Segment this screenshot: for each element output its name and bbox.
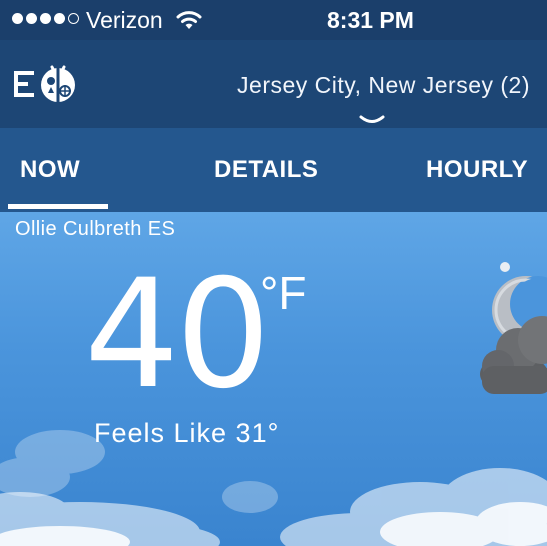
temperature-unit: °F (260, 267, 307, 319)
feels-like-temperature: Feels Like 31° (94, 418, 280, 448)
current-temperature: 40 (84, 248, 271, 422)
weatherbug-logo-icon[interactable] (14, 65, 78, 108)
weather-station-name[interactable]: Ollie Culbreth ES (15, 218, 175, 241)
tab-details[interactable]: DETAILS (214, 156, 318, 184)
status-bar: Verizon 8:31 PM (0, 0, 547, 40)
active-tab-indicator (8, 204, 108, 209)
status-time: 8:31 PM (327, 7, 414, 33)
wifi-icon (176, 9, 202, 36)
app-header: Jersey City, New Jersey (2) (0, 40, 547, 128)
carrier-name: Verizon (86, 7, 163, 33)
partly-cloudy-night-icon (470, 262, 547, 407)
tab-hourly[interactable]: HOURLY (426, 156, 528, 184)
tab-bar: NOW DETAILS HOURLY (0, 128, 547, 212)
location-selector[interactable]: Jersey City, New Jersey (2) (237, 72, 530, 99)
tab-now[interactable]: NOW (20, 156, 80, 184)
signal-strength-icon (12, 13, 79, 24)
sky-clouds-background (0, 430, 547, 546)
current-conditions-panel: Ollie Culbreth ES 40 °F Feels Like 31° (0, 212, 547, 546)
